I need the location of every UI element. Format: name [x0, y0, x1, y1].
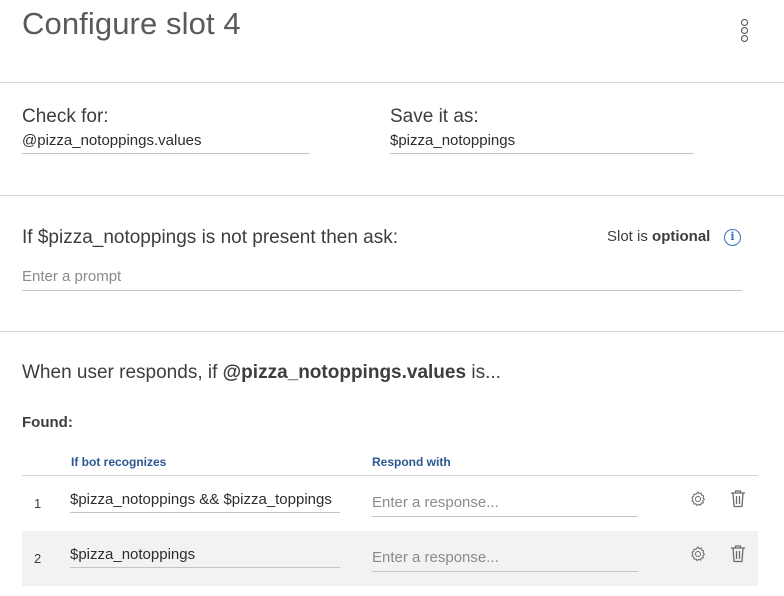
responds-suffix: is... [471, 362, 501, 383]
check-for-label: Check for: [22, 106, 109, 127]
response-input[interactable] [372, 492, 638, 517]
overflow-menu-icon[interactable] [736, 18, 754, 44]
page-title: Configure slot 4 [22, 6, 241, 41]
condition-field[interactable]: $pizza_notoppings && $pizza_toppings [70, 491, 340, 513]
gear-icon[interactable] [689, 490, 707, 508]
condition-field[interactable]: $pizza_notoppings [70, 546, 340, 568]
table-row: 2 $pizza_notoppings [22, 531, 758, 586]
trash-icon[interactable] [730, 544, 746, 563]
gear-icon[interactable] [689, 545, 707, 563]
optional-value: optional [652, 228, 711, 245]
responds-sentence: When user responds, if @pizza_notoppings… [22, 362, 501, 384]
prompt-ask-label: If $pizza_notoppings is not present then… [22, 227, 399, 248]
responds-prefix: When user responds, if [22, 362, 218, 383]
responds-entity: @pizza_notoppings.values [222, 362, 467, 383]
save-as-label: Save it as: [390, 106, 479, 127]
prompt-input[interactable] [22, 267, 742, 291]
save-as-field[interactable]: $pizza_notoppings [390, 132, 694, 154]
info-icon[interactable]: i [724, 229, 741, 246]
condition-text: $pizza_notoppings && $pizza_toppings [70, 491, 332, 508]
response-input[interactable] [372, 547, 638, 572]
slot-config-header: Configure slot 4 [0, 0, 784, 83]
column-header-response: Respond with [372, 455, 451, 469]
found-label: Found: [22, 414, 73, 431]
slot-optional-toggle[interactable]: Slot is optional [607, 228, 710, 245]
row-number: 1 [34, 496, 42, 511]
slot-variables-section: Check for: @pizza_notoppings.values Save… [0, 83, 784, 196]
column-header-condition: If bot recognizes [71, 455, 167, 469]
handlers-section: When user responds, if @pizza_notoppings… [0, 332, 784, 596]
trash-icon[interactable] [730, 489, 746, 508]
prompt-section: If $pizza_notoppings is not present then… [0, 196, 784, 332]
table-row: 1 $pizza_notoppings && $pizza_toppings [22, 476, 758, 531]
row-number: 2 [34, 551, 42, 566]
optional-prefix: Slot is [607, 228, 648, 245]
check-for-field[interactable]: @pizza_notoppings.values [22, 132, 310, 154]
